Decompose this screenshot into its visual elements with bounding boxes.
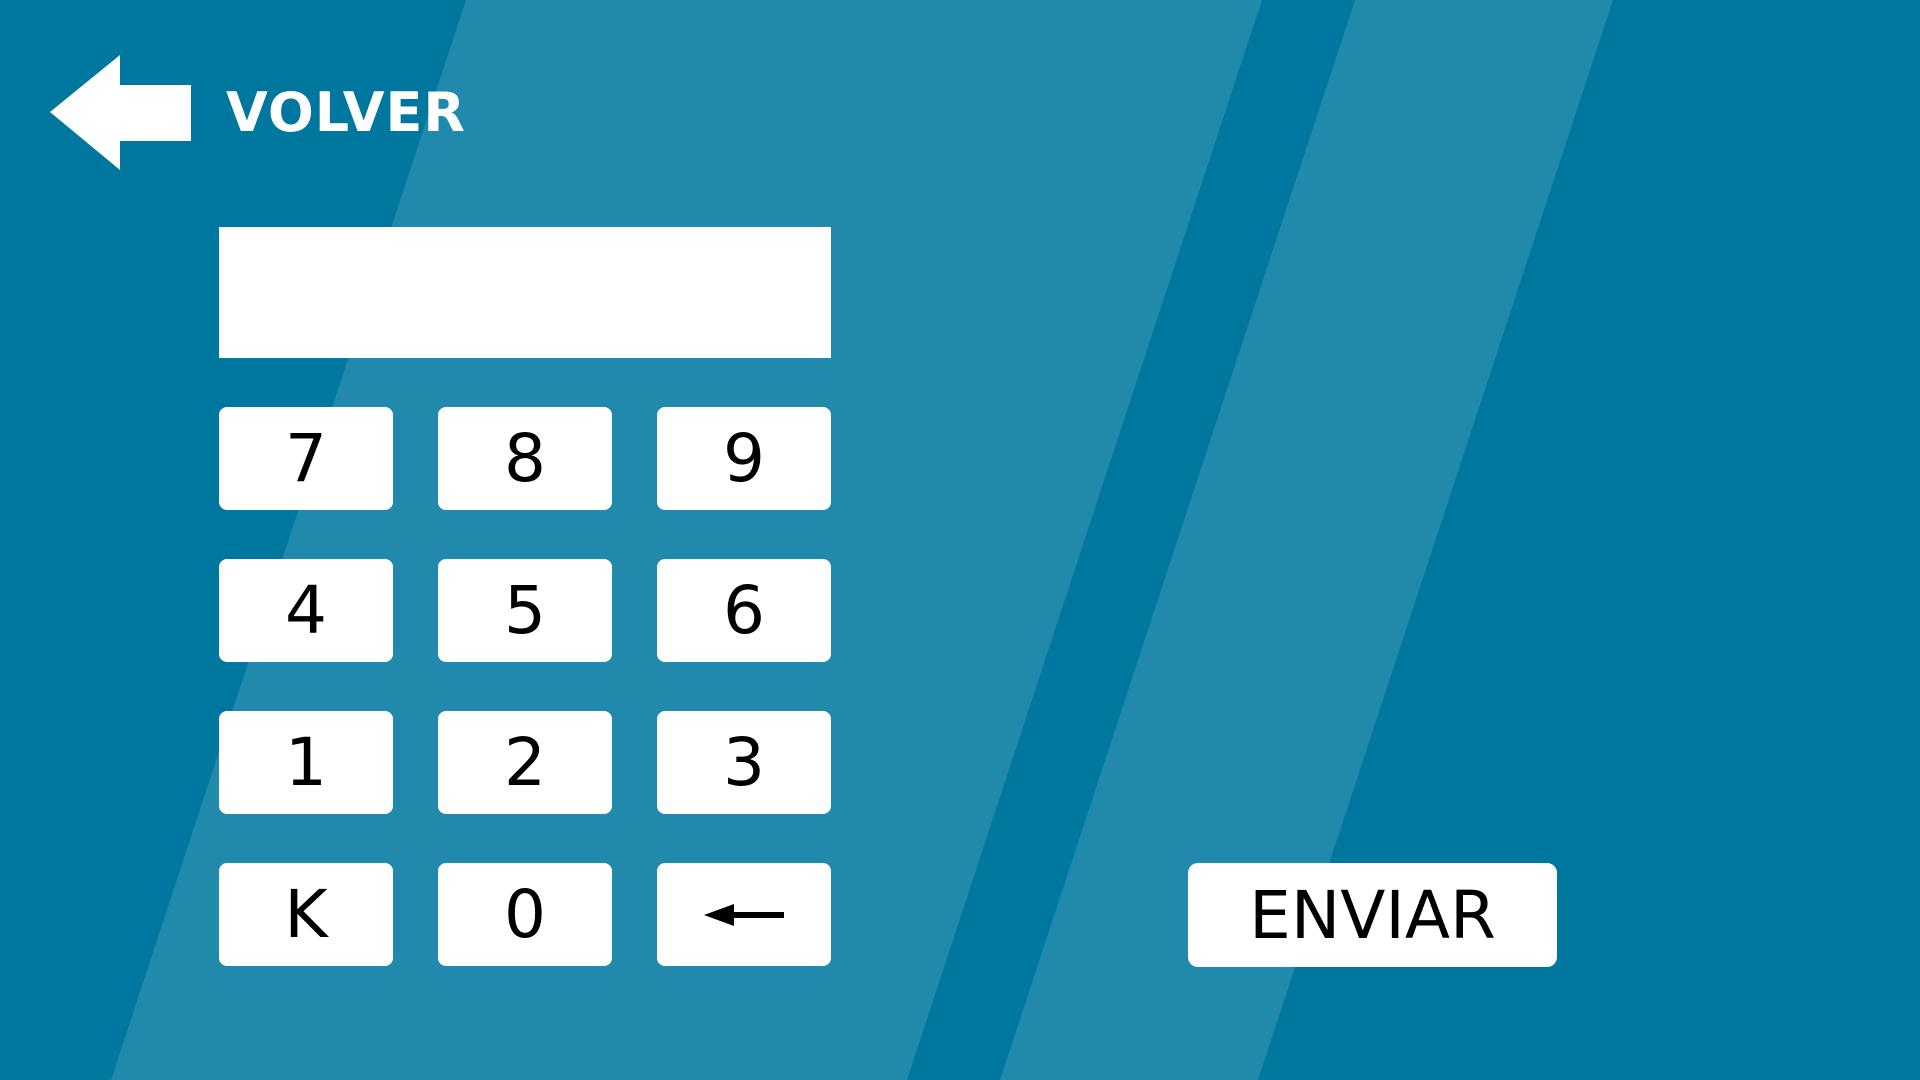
backspace-arrow-icon [704,903,784,926]
key-9[interactable]: 9 [657,407,831,510]
arrow-left-icon [50,55,191,170]
key-label: 5 [504,571,546,649]
back-label: VOLVER [226,81,466,144]
key-label: 3 [723,723,765,801]
key-7[interactable]: 7 [219,407,393,510]
backspace-key[interactable] [657,863,831,966]
key-8[interactable]: 8 [438,407,612,510]
submit-button[interactable]: ENVIAR [1188,863,1557,967]
key-label: 8 [504,419,546,497]
key-label: 9 [723,419,765,497]
key-label: 2 [504,723,546,801]
key-2[interactable]: 2 [438,711,612,814]
key-4[interactable]: 4 [219,559,393,662]
key-3[interactable]: 3 [657,711,831,814]
key-label: 6 [723,571,765,649]
key-label: 0 [504,875,546,953]
key-1[interactable]: 1 [219,711,393,814]
key-label: 7 [285,419,327,497]
key-k[interactable]: K [219,863,393,966]
key-0[interactable]: 0 [438,863,612,966]
back-button[interactable]: VOLVER [50,55,470,170]
key-label: K [284,875,328,953]
key-label: 1 [285,723,327,801]
key-6[interactable]: 6 [657,559,831,662]
code-display-field[interactable] [219,227,831,358]
key-5[interactable]: 5 [438,559,612,662]
key-label: 4 [285,571,327,649]
numeric-keypad: 7 8 9 4 5 6 1 2 3 K 0 [219,407,831,966]
